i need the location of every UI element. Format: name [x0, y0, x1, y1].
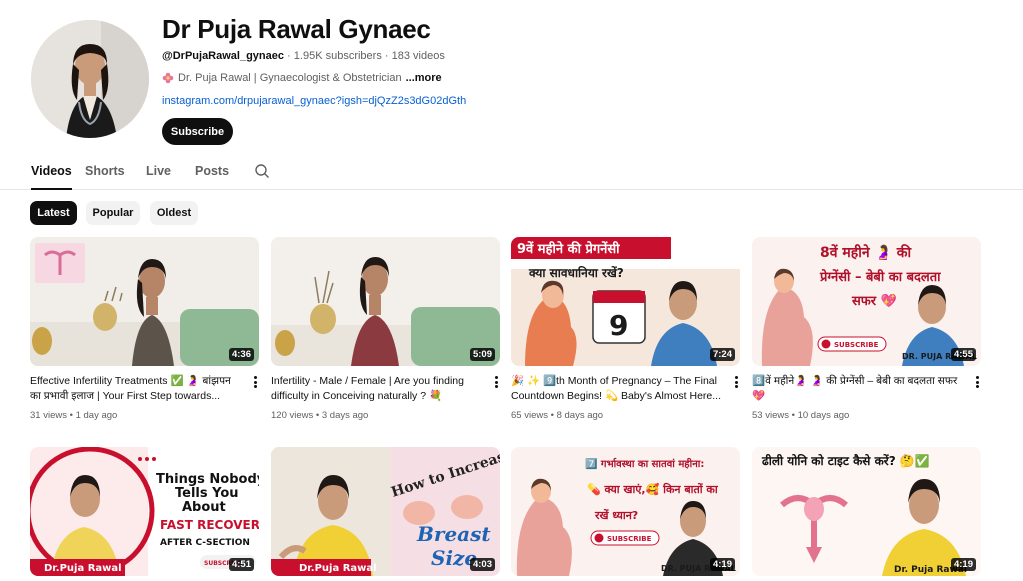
subscribe-button[interactable]: Subscribe	[162, 118, 233, 145]
thumb-text: AFTER C-SECTION	[160, 538, 250, 548]
video-thumbnail[interactable]: 4:36	[30, 237, 259, 366]
tab-videos[interactable]: Videos	[31, 164, 72, 190]
chip-latest[interactable]: Latest	[30, 201, 77, 225]
video-duration: 4:55	[950, 348, 976, 361]
video-stats: 120 views • 3 days ago	[271, 410, 369, 421]
description-text: Dr. Puja Rawal | Gynaecologist & Obstetr…	[178, 72, 402, 84]
video-thumbnail[interactable]: How to Increase Breast Size Dr.Puja Rawa…	[271, 447, 500, 576]
video-card[interactable]: 7️⃣ गर्भावस्था का सातवां महीना: 💊 क्या ख…	[511, 447, 740, 576]
thumb-text: Tells You	[175, 486, 239, 501]
video-title[interactable]: Effective Infertility Treatments ✅ 🤰 बां…	[30, 374, 244, 404]
subscriber-count: 1.95K subscribers	[293, 50, 382, 62]
thumb-number: 9	[609, 309, 628, 342]
video-stats: 53 views • 10 days ago	[752, 410, 850, 421]
video-duration: 4:51	[228, 558, 254, 571]
kebab-icon[interactable]	[251, 375, 259, 389]
thumb-text: Breast	[416, 522, 491, 546]
video-duration: 5:09	[469, 348, 495, 361]
video-card[interactable]: How to Increase Breast Size Dr.Puja Rawa…	[271, 447, 500, 576]
video-duration: 4:19	[709, 558, 735, 571]
video-duration: 4:36	[228, 348, 254, 361]
tab-shorts[interactable]: Shorts	[85, 164, 125, 190]
more-link[interactable]: ...more	[406, 72, 442, 84]
video-stats: 31 views • 1 day ago	[30, 410, 118, 421]
kebab-icon[interactable]	[492, 375, 500, 389]
video-title[interactable]: 🎉 ✨ 9️⃣th Month of Pregnancy – The Final…	[511, 374, 725, 404]
thumb-text: क्या सावधानिया रखें?	[528, 266, 624, 280]
video-card[interactable]: 9वें महीने की प्रेगनेंसी क्या सावधानिया …	[511, 237, 740, 421]
video-stats: 65 views • 8 days ago	[511, 410, 604, 421]
thumb-text: 💊 क्या खाएं,🥰 किन बातों का	[587, 482, 719, 496]
thumb-text: 9वें महीने की प्रेगनेंसी	[517, 241, 620, 257]
video-duration: 4:19	[950, 558, 976, 571]
video-card[interactable]: 5:09 Infertility - Male / Female | Are y…	[271, 237, 500, 421]
flower-icon	[162, 72, 174, 84]
video-thumbnail[interactable]: ढीली योनि को टाइट कैसे करें? 🤔✅ Dr. Puja…	[752, 447, 981, 576]
video-card[interactable]: 8वें महीने 🤰 की प्रेग्नेंसी – बेबी का बद…	[752, 237, 981, 421]
kebab-icon[interactable]	[973, 375, 981, 389]
kebab-icon[interactable]	[732, 375, 740, 389]
video-title[interactable]: 8️⃣वें महीने🤰 🤰 की प्रेग्नेंसी – बेबी का…	[752, 374, 966, 404]
search-icon[interactable]	[254, 163, 270, 179]
video-duration: 7:24	[709, 348, 735, 361]
video-card[interactable]: 4:36 Effective Infertility Treatments ✅ …	[30, 237, 259, 421]
video-thumbnail[interactable]: 7️⃣ गर्भावस्था का सातवां महीना: 💊 क्या ख…	[511, 447, 740, 576]
video-thumbnail[interactable]: 9वें महीने की प्रेगनेंसी क्या सावधानिया …	[511, 237, 740, 366]
thumb-text: ढीली योनि को टाइट कैसे करें? 🤔✅	[761, 454, 930, 468]
thumb-name: Dr.Puja Rawal	[44, 563, 122, 574]
thumb-text: 7️⃣ गर्भावस्था का सातवां महीना:	[585, 457, 704, 470]
video-card[interactable]: Things Nobody Tells You About FAST RECOV…	[30, 447, 259, 576]
thumb-subscribe: SUBSCRIBE	[607, 535, 652, 543]
channel-handle: @DrPujaRawal_gynaec	[162, 50, 284, 62]
video-card[interactable]: ढीली योनि को टाइट कैसे करें? 🤔✅ Dr. Puja…	[752, 447, 981, 576]
video-thumbnail[interactable]: 8वें महीने 🤰 की प्रेग्नेंसी – बेबी का बद…	[752, 237, 981, 366]
chip-popular[interactable]: Popular	[86, 201, 140, 225]
video-duration: 4:03	[469, 558, 495, 571]
thumb-text: 8वें महीने 🤰 की	[820, 244, 913, 261]
tab-posts[interactable]: Posts	[195, 164, 229, 190]
instagram-link[interactable]: instagram.com/drpujarawal_gynaec?igsh=dj…	[162, 95, 466, 107]
chip-oldest[interactable]: Oldest	[150, 201, 198, 225]
channel-tabs: Videos Shorts Live Posts	[0, 155, 1023, 190]
tab-live[interactable]: Live	[146, 164, 171, 190]
thumb-text: प्रेग्नेंसी – बेबी का बदलता	[819, 269, 941, 285]
video-thumbnail[interactable]: Things Nobody Tells You About FAST RECOV…	[30, 447, 259, 576]
channel-meta: @DrPujaRawal_gynaec · 1.95K subscribers …	[162, 50, 445, 62]
thumb-text: Things Nobody	[156, 472, 259, 487]
thumb-text: FAST RECOVERY	[160, 518, 259, 532]
video-title[interactable]: Infertility - Male / Female | Are you fi…	[271, 374, 485, 404]
channel-avatar[interactable]	[31, 20, 149, 138]
thumb-text: सफर 💖	[851, 293, 898, 309]
channel-name: Dr Puja Rawal Gynaec	[162, 14, 431, 44]
thumb-name: Dr.Puja Rawal	[299, 563, 377, 574]
video-thumbnail[interactable]: 5:09	[271, 237, 500, 366]
channel-description[interactable]: Dr. Puja Rawal | Gynaecologist & Obstetr…	[162, 72, 442, 84]
video-count: 183 videos	[391, 50, 445, 62]
thumb-text: रखें ध्यान?	[594, 508, 638, 522]
thumb-subscribe: SUBSCRIBE	[834, 341, 879, 349]
thumb-text: About	[182, 500, 226, 515]
